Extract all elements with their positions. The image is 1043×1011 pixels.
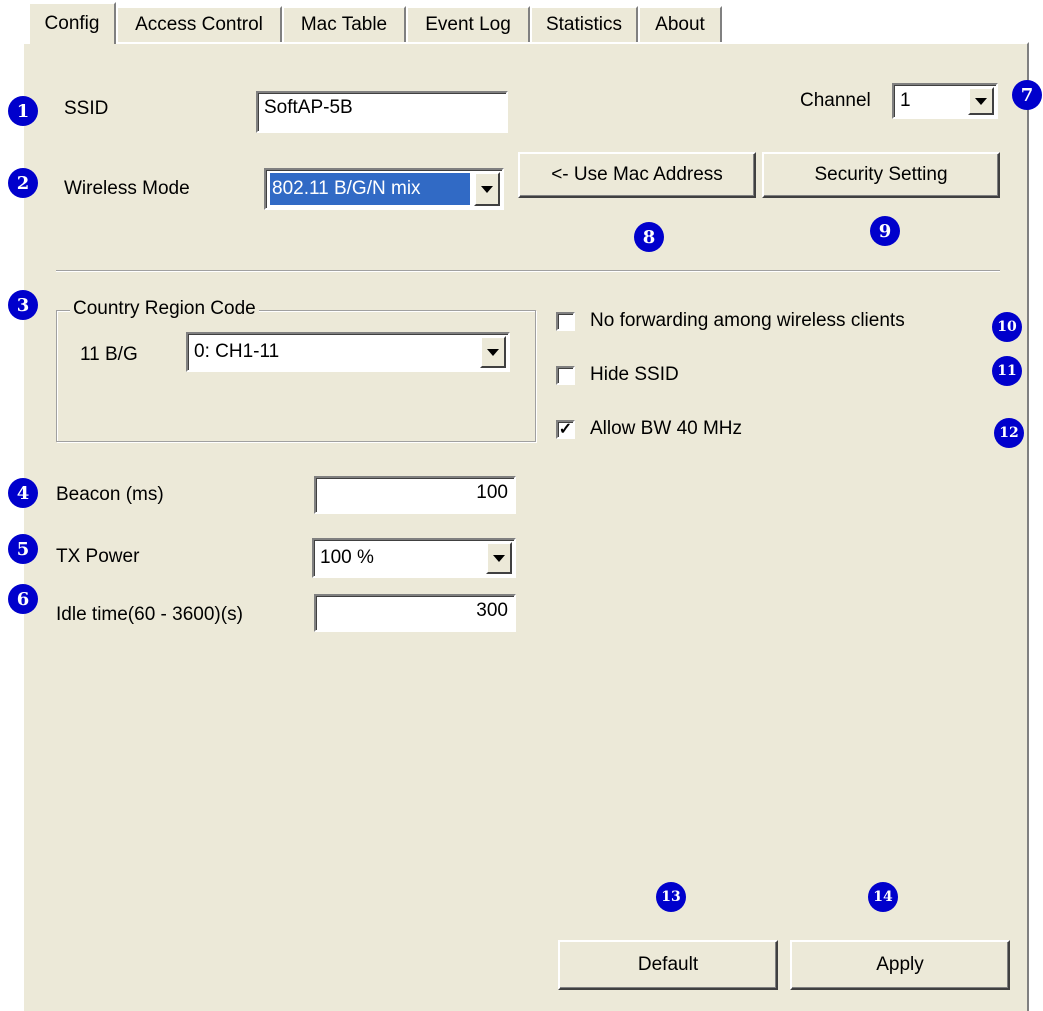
security-setting-button[interactable]: Security Setting [762, 152, 1000, 198]
tab-config-label: Config [44, 13, 100, 34]
hide-ssid-label: Hide SSID [590, 364, 679, 385]
chevron-down-icon[interactable] [486, 542, 512, 574]
ssid-input[interactable]: SoftAP-5B [256, 91, 508, 133]
tx-power-select[interactable]: 100 % [312, 538, 516, 578]
beacon-input[interactable]: 100 [314, 476, 516, 514]
callout-6: 6 [8, 584, 38, 614]
tab-about[interactable]: About [638, 6, 722, 42]
callout-3: 3 [8, 290, 38, 320]
chevron-down-icon[interactable] [480, 336, 506, 368]
no-forwarding-label: No forwarding among wireless clients [590, 310, 905, 331]
callout-14: 14 [868, 882, 898, 912]
tab-config[interactable]: Config [28, 2, 116, 44]
channel-value: 1 [900, 90, 911, 111]
wireless-mode-value: 802.11 B/G/N mix [270, 173, 470, 205]
check-icon: ✓ [558, 421, 573, 438]
ssid-label: SSID [64, 98, 109, 119]
tab-access-control-label: Access Control [135, 14, 263, 35]
tx-power-label: TX Power [56, 546, 140, 567]
callout-13: 13 [656, 882, 686, 912]
callout-1: 1 [8, 96, 38, 126]
apply-button[interactable]: Apply [790, 940, 1010, 990]
callout-7: 7 [1012, 80, 1042, 110]
tab-mac-table-label: Mac Table [300, 14, 388, 35]
chevron-down-icon[interactable] [968, 87, 994, 115]
wireless-mode-select[interactable]: 802.11 B/G/N mix [264, 168, 504, 210]
channel-select[interactable]: 1 [892, 83, 998, 119]
chevron-down-icon[interactable] [474, 172, 500, 206]
tab-event-log[interactable]: Event Log [406, 6, 530, 42]
band-label: 11 B/G [80, 344, 138, 365]
tab-about-label: About [655, 14, 705, 35]
callout-9: 9 [870, 216, 900, 246]
country-region-group [56, 310, 536, 442]
tab-event-log-label: Event Log [425, 14, 511, 35]
tab-access-control[interactable]: Access Control [116, 6, 282, 42]
callout-11: 11 [992, 356, 1022, 386]
use-mac-address-button[interactable]: <- Use Mac Address [518, 152, 756, 198]
callout-12: 12 [994, 418, 1024, 448]
callout-10: 10 [992, 312, 1022, 342]
channel-label: Channel [800, 90, 871, 111]
callout-2: 2 [8, 168, 38, 198]
callout-4: 4 [8, 478, 38, 508]
idle-time-input[interactable]: 300 [314, 594, 516, 632]
idle-time-label: Idle time(60 - 3600)(s) [56, 604, 243, 625]
beacon-label: Beacon (ms) [56, 484, 164, 505]
callout-5: 5 [8, 534, 38, 564]
tx-power-value: 100 % [320, 547, 374, 568]
hide-ssid-checkbox[interactable] [556, 366, 575, 385]
separator [56, 270, 1000, 272]
wireless-mode-label: Wireless Mode [64, 178, 190, 199]
allow-bw40-label: Allow BW 40 MHz [590, 418, 743, 439]
tab-statistics-label: Statistics [545, 14, 623, 35]
allow-bw40-checkbox[interactable]: ✓ [556, 420, 575, 439]
tab-statistics[interactable]: Statistics [530, 6, 638, 42]
tab-mac-table[interactable]: Mac Table [282, 6, 406, 42]
country-region-title: Country Region Code [70, 298, 259, 320]
country-region-select[interactable]: 0: CH1-11 [186, 332, 510, 372]
no-forwarding-checkbox[interactable] [556, 312, 575, 331]
default-button[interactable]: Default [558, 940, 778, 990]
country-region-value: 0: CH1-11 [194, 341, 280, 362]
callout-8: 8 [634, 222, 664, 252]
